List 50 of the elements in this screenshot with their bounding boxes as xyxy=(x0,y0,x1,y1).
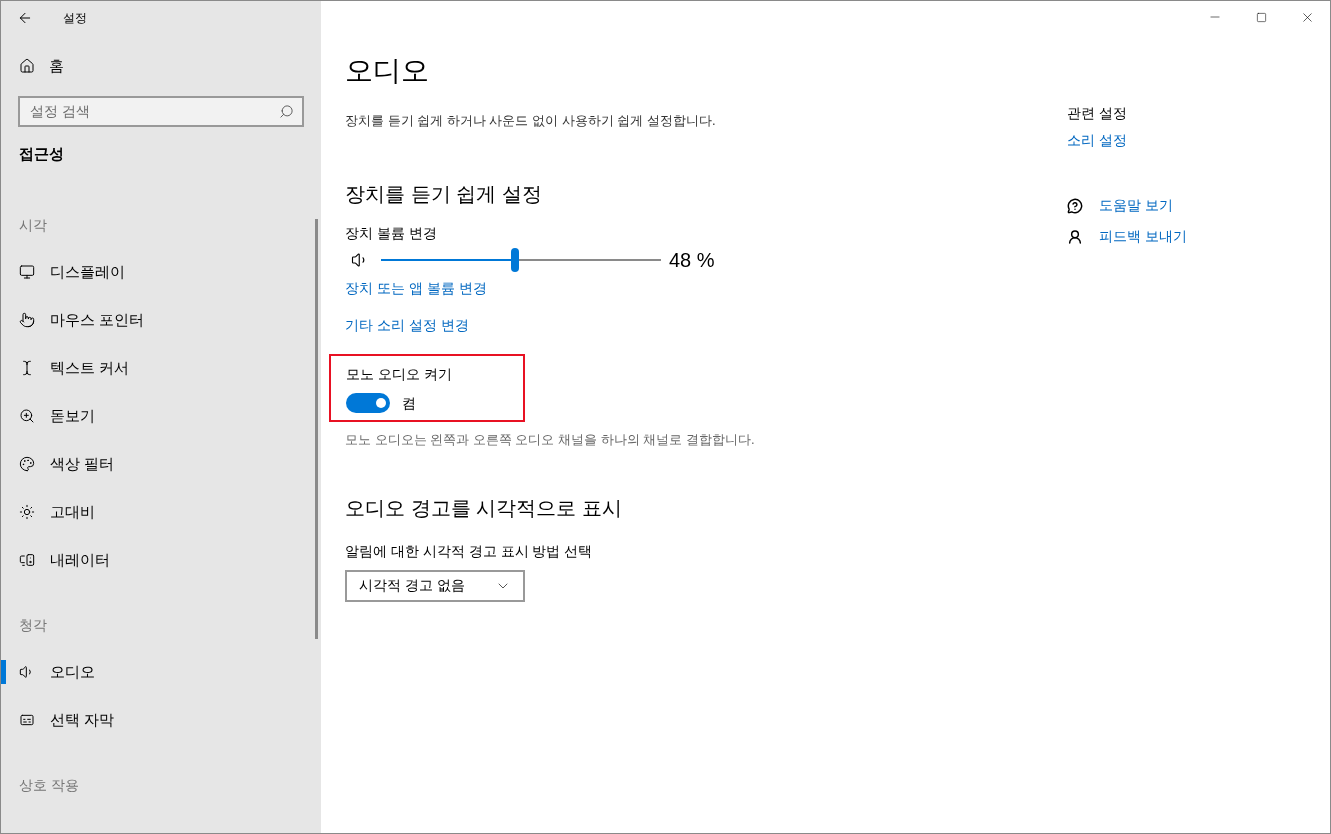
home-icon xyxy=(19,58,35,75)
toggle-label: 모노 오디오 켜기 xyxy=(346,364,453,384)
zoom-in-icon xyxy=(19,408,35,424)
dropdown-label: 알림에 대한 시각적 경고 표시 방법 선택 xyxy=(345,541,594,561)
sound-settings-link[interactable]: 소리 설정 xyxy=(1067,130,1127,151)
sidebar-item[interactable]: 디스플레이 xyxy=(1,248,321,296)
maximize-icon xyxy=(1255,11,1267,23)
alert-dropdown[interactable]: 시각적 경고 없음 xyxy=(345,569,525,602)
monitor-icon xyxy=(19,264,35,280)
page-title: 오디오 xyxy=(345,54,430,88)
person-icon xyxy=(1067,228,1083,245)
sidebar-item[interactable]: 마우스 포인터 xyxy=(1,296,321,344)
help-link[interactable]: 도움말 보기 xyxy=(1067,195,1173,216)
related-heading: 관련 설정 xyxy=(1067,104,1128,123)
sun-icon xyxy=(19,504,35,520)
settings-link[interactable]: 장치 또는 앱 볼륨 변경 xyxy=(345,277,487,299)
hand-pointer-icon xyxy=(19,312,35,328)
back-arrow-icon xyxy=(17,10,33,26)
search-icon xyxy=(279,103,294,119)
toggle-state: 켬 xyxy=(402,393,416,413)
slider-thumb[interactable] xyxy=(511,247,520,272)
section-heading: 오디오 경고를 시각적으로 표시 xyxy=(345,495,623,521)
chat-question-icon xyxy=(1067,197,1083,214)
window-title: 설정 xyxy=(63,10,87,27)
group-heading: 청각 xyxy=(19,616,48,635)
sidebar-item[interactable]: 텍스트 커서 xyxy=(1,344,321,392)
volume-reading: 48 % xyxy=(669,247,715,273)
narrator-icon xyxy=(19,552,35,568)
sidebar-item[interactable]: 돋보기 xyxy=(1,392,321,440)
sidebar-item[interactable]: 색상 필터 xyxy=(1,440,321,488)
palette-icon xyxy=(19,456,35,472)
scrollbar[interactable] xyxy=(315,219,318,639)
group-heading: 상호 작용 xyxy=(19,776,80,795)
section-heading: 장치를 듣기 쉽게 설정 xyxy=(345,181,543,207)
group-heading: 시각 xyxy=(19,216,48,235)
mono-description: 모노 오디오는 왼쪽과 오른쪽 오디오 채널을 하나의 채널로 결합합니다. xyxy=(345,430,756,449)
captions-icon xyxy=(19,712,35,728)
sidebar-item[interactable]: 고대비 xyxy=(1,488,321,536)
sidebar-item[interactable]: 오디오 xyxy=(1,648,321,696)
toggle-switch[interactable] xyxy=(346,393,390,413)
search-field[interactable]: 설정 검색 xyxy=(18,95,304,127)
sidebar-item[interactable]: 선택 자막 xyxy=(1,696,321,744)
sidebar-item[interactable]: 내레이터 xyxy=(1,536,321,584)
category-heading: 접근성 xyxy=(19,143,65,164)
help-link[interactable]: 피드백 보내기 xyxy=(1067,226,1187,247)
volume-label: 장치 볼륨 변경 xyxy=(345,223,438,243)
home-link[interactable]: 홈 xyxy=(19,55,64,78)
settings-link[interactable]: 기타 소리 설정 변경 xyxy=(345,314,469,336)
page-description: 장치를 듣기 쉽게 하거나 사운드 없이 사용하기 쉽게 설정합니다. xyxy=(345,112,717,130)
volume-slider[interactable] xyxy=(381,247,661,272)
